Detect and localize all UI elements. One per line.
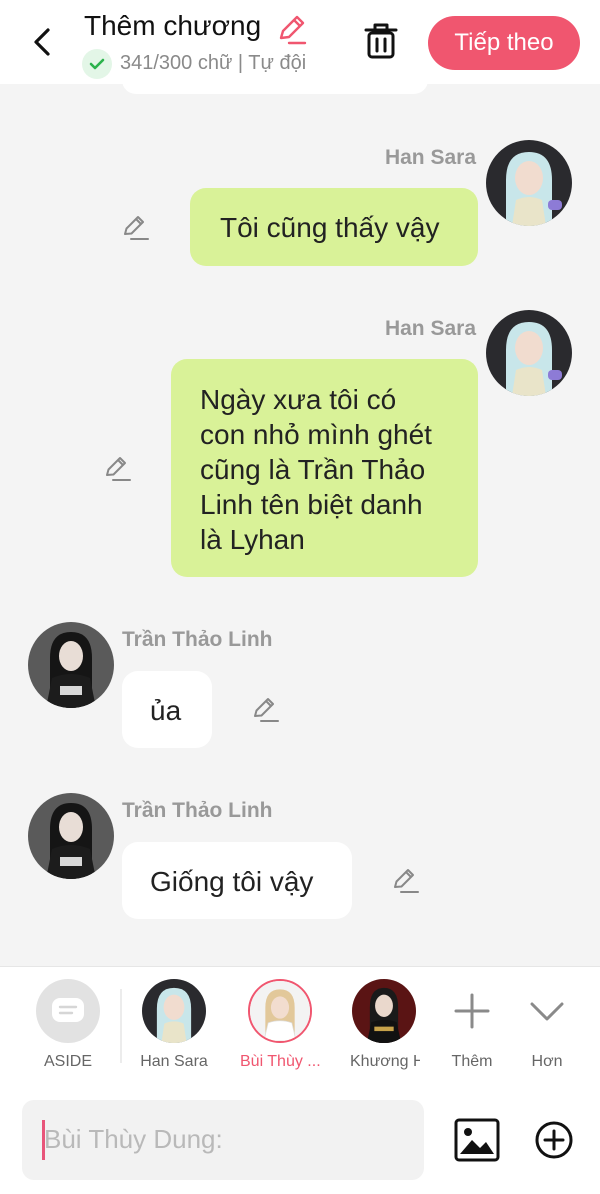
- character-bui-thuy-dung[interactable]: Bùi Thùy ...: [240, 979, 320, 1071]
- next-button[interactable]: Tiếp theo: [428, 16, 580, 70]
- message-bubble[interactable]: ủa: [122, 671, 212, 748]
- message-input[interactable]: Bùi Thùy Dung:: [22, 1100, 424, 1180]
- edit-message-icon[interactable]: [102, 453, 132, 483]
- image-icon[interactable]: [454, 1118, 500, 1162]
- avatar-tran-thao-linh[interactable]: [28, 793, 114, 879]
- message-bubble[interactable]: Giống tôi vậy: [122, 842, 352, 919]
- character-aside[interactable]: ASIDE: [28, 979, 108, 1071]
- back-arrow-icon[interactable]: [24, 22, 60, 62]
- plus-icon: [440, 979, 504, 1043]
- avatar-han-sara[interactable]: [486, 310, 572, 396]
- message-bubble[interactable]: Ngày xưa tôi có con nhỏ mình ghét cũng l…: [171, 359, 478, 577]
- character-label: Han Sara: [140, 1053, 208, 1070]
- avatar-han-sara[interactable]: [486, 140, 572, 226]
- sender-name: Trần Thảo Linh: [122, 799, 273, 822]
- character-label: Thêm: [451, 1053, 493, 1070]
- message-line: là Lyhan: [200, 524, 305, 555]
- character-selector: ASIDE Han Sara Bùi Thùy ... Khương H Thê…: [0, 966, 600, 1088]
- message-text: ủa: [150, 695, 182, 726]
- add-circle-icon[interactable]: [534, 1120, 574, 1160]
- avatar-tran-thao-linh[interactable]: [28, 622, 114, 708]
- avatar: [248, 979, 312, 1043]
- divider: [120, 989, 122, 1063]
- sender-name: Han Sara: [384, 317, 476, 340]
- more-characters-button[interactable]: Hơn: [507, 979, 587, 1071]
- chevron-down-icon: [515, 979, 579, 1043]
- edit-message-icon[interactable]: [250, 694, 280, 724]
- character-label: ASIDE: [43, 1053, 92, 1070]
- message-line: cũng là Trần Thảo: [200, 454, 426, 485]
- message-line: con nhỏ mình ghét: [200, 419, 432, 450]
- trash-icon[interactable]: [360, 20, 402, 62]
- sender-name: Han Sara: [384, 146, 476, 169]
- composer: Bùi Thùy Dung:: [0, 1088, 600, 1194]
- message-bubble[interactable]: Tôi cũng thấy vậy: [190, 188, 478, 266]
- edit-message-icon[interactable]: [120, 212, 150, 242]
- character-label: Khương H: [350, 1053, 420, 1070]
- sender-name: Trần Thảo Linh: [122, 628, 273, 651]
- edit-title-icon[interactable]: [274, 12, 308, 46]
- message-line: Ngày xưa tôi có: [200, 384, 397, 415]
- avatar: [142, 979, 206, 1043]
- input-placeholder: Bùi Thùy Dung:: [44, 1124, 223, 1154]
- message-text: Ngày xưa tôi có con nhỏ mình ghét cũng l…: [200, 382, 432, 557]
- top-bar: Thêm chương 341/300 chữ | Tự đội Tiếp th…: [0, 0, 600, 84]
- check-icon: [82, 49, 112, 79]
- message-text: Giống tôi vậy: [150, 866, 314, 897]
- page-title: Thêm chương: [84, 10, 262, 41]
- message-text: Tôi cũng thấy vậy: [220, 212, 440, 243]
- character-label: Hơn: [531, 1053, 563, 1070]
- character-label: Bùi Thùy ...: [240, 1053, 320, 1070]
- edit-message-icon[interactable]: [390, 865, 420, 895]
- message-line: Linh tên biệt danh: [200, 489, 423, 520]
- character-khuong[interactable]: Khương H: [344, 979, 424, 1071]
- avatar: [352, 979, 416, 1043]
- word-count: 341/300 chữ | Tự đội: [120, 52, 307, 74]
- add-character-button[interactable]: Thêm: [432, 979, 512, 1071]
- aside-icon: [36, 979, 100, 1043]
- character-han-sara[interactable]: Han Sara: [134, 979, 214, 1071]
